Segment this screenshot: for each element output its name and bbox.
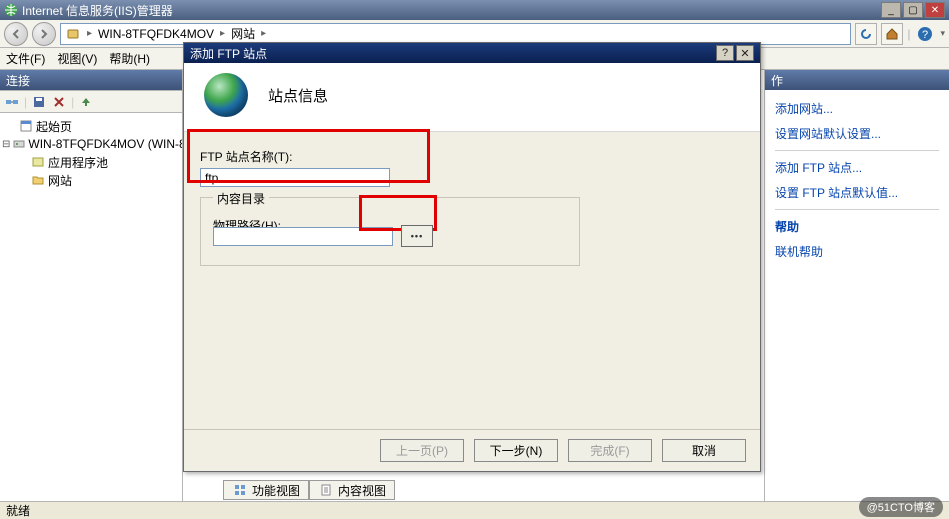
- features-icon: [232, 482, 248, 498]
- action-add-ftp[interactable]: 添加 FTP 站点...: [775, 155, 939, 180]
- dialog-title: 添加 FTP 站点: [190, 45, 267, 62]
- tree-home-label: 起始页: [36, 118, 72, 135]
- action-site-defaults[interactable]: 设置网站默认设置...: [775, 121, 939, 146]
- tree-server-label: WIN-8TFQFDK4MOV (WIN-8T: [28, 137, 182, 151]
- action-online-help[interactable]: 联机帮助: [775, 239, 939, 264]
- tree-server[interactable]: ⊟ WIN-8TFQFDK4MOV (WIN-8T: [2, 135, 180, 153]
- site-name-group: FTP 站点名称(T):: [200, 148, 744, 187]
- separator: [775, 209, 939, 210]
- menu-file[interactable]: 文件(F): [6, 50, 45, 67]
- status-ready: 就绪: [6, 502, 30, 519]
- window-title: Internet 信息服务(IIS)管理器: [22, 2, 173, 19]
- connections-pane: 连接 | | 起始页 ⊟ WIN-8TFQFDK4MOV (: [0, 70, 183, 501]
- phys-path-input[interactable]: [213, 227, 393, 246]
- tab-features-label: 功能视图: [252, 482, 300, 499]
- close-button[interactable]: ✕: [925, 2, 945, 18]
- dialog-heading: 站点信息: [268, 85, 328, 106]
- connections-title: 连接: [6, 72, 30, 89]
- dialog-close-button[interactable]: ✕: [736, 45, 754, 61]
- tab-content-label: 内容视图: [338, 482, 386, 499]
- site-name-label: FTP 站点名称(T):: [200, 148, 744, 165]
- dialog-help-button[interactable]: ?: [716, 45, 734, 61]
- collapse-icon[interactable]: ⊟: [2, 139, 10, 150]
- action-ftp-defaults[interactable]: 设置 FTP 站点默认值...: [775, 180, 939, 205]
- chevron-right-icon: ▸: [218, 28, 227, 39]
- actions-body: 添加网站... 设置网站默认设置... 添加 FTP 站点... 设置 FTP …: [765, 90, 949, 501]
- connections-toolbar: | |: [0, 90, 182, 112]
- connections-tree: 起始页 ⊟ WIN-8TFQFDK4MOV (WIN-8T 应用程序池 网站: [0, 112, 182, 501]
- minimize-button[interactable]: _: [881, 2, 901, 18]
- home-button[interactable]: [881, 23, 903, 45]
- iis-manager-window: Internet 信息服务(IIS)管理器 _ ▢ ✕ ▸ WIN-8TFQFD…: [0, 0, 949, 519]
- save-icon[interactable]: [31, 94, 47, 110]
- view-tabs: 功能视图 内容视图: [223, 479, 395, 501]
- content-dir-fieldset: 内容目录 物理路径(H): •••: [200, 197, 580, 266]
- dialog-footer: 上一页(P) 下一步(N) 完成(F) 取消: [184, 429, 760, 471]
- globe-icon: [204, 73, 248, 117]
- dialog-titlebar: 添加 FTP 站点 ? ✕: [184, 43, 760, 63]
- refresh-button[interactable]: [855, 23, 877, 45]
- add-ftp-dialog: 添加 FTP 站点 ? ✕ 站点信息 FTP 站点名称(T): 内容目录 物理路…: [183, 42, 761, 472]
- watermark: @51CTO博客: [859, 497, 943, 517]
- browse-button[interactable]: •••: [401, 225, 433, 247]
- chevron-right-icon: ▸: [259, 28, 268, 39]
- iis-icon: [4, 3, 18, 17]
- sites-folder-icon: [30, 172, 46, 188]
- dialog-header: 站点信息: [184, 63, 760, 132]
- breadcrumb-node: 网站: [231, 25, 255, 42]
- statusbar: 就绪: [0, 501, 949, 519]
- content-dir-legend: 内容目录: [213, 190, 269, 207]
- tab-features[interactable]: 功能视图: [223, 480, 309, 500]
- window-titlebar: Internet 信息服务(IIS)管理器 _ ▢ ✕: [0, 0, 949, 20]
- server-icon: [65, 26, 81, 42]
- action-add-site[interactable]: 添加网站...: [775, 96, 939, 121]
- connections-header: 连接: [0, 70, 182, 90]
- finish-button[interactable]: 完成(F): [568, 439, 652, 462]
- next-button[interactable]: 下一步(N): [474, 439, 558, 462]
- forward-button[interactable]: [32, 22, 56, 46]
- cancel-button[interactable]: 取消: [662, 439, 746, 462]
- connect-icon[interactable]: [4, 94, 20, 110]
- back-button[interactable]: [4, 22, 28, 46]
- menu-view[interactable]: 视图(V): [57, 50, 97, 67]
- actions-pane: 作 添加网站... 设置网站默认设置... 添加 FTP 站点... 设置 FT…: [764, 70, 949, 501]
- prev-button[interactable]: 上一页(P): [380, 439, 464, 462]
- menu-help[interactable]: 帮助(H): [109, 50, 150, 67]
- delete-icon[interactable]: [51, 94, 67, 110]
- chevron-right-icon: ▸: [85, 28, 94, 39]
- tree-sites[interactable]: 网站: [2, 171, 180, 189]
- server-node-icon: [12, 136, 26, 152]
- actions-header: 作: [765, 70, 949, 90]
- svg-text:?: ?: [922, 29, 928, 41]
- tree-sites-label: 网站: [48, 172, 72, 189]
- window-controls: _ ▢ ✕: [881, 2, 945, 18]
- ellipsis-icon: •••: [411, 231, 423, 241]
- app-pool-icon: [30, 154, 46, 170]
- maximize-button[interactable]: ▢: [903, 2, 923, 18]
- site-name-input[interactable]: [200, 168, 390, 187]
- actions-title: 作: [771, 72, 783, 89]
- up-icon[interactable]: [78, 94, 94, 110]
- home-page-icon: [18, 118, 34, 134]
- content-icon: [318, 482, 334, 498]
- tree-app-pools-label: 应用程序池: [48, 154, 108, 171]
- tree-app-pools[interactable]: 应用程序池: [2, 153, 180, 171]
- tree-home[interactable]: 起始页: [2, 117, 180, 135]
- separator: [775, 150, 939, 151]
- help-button[interactable]: ?: [914, 23, 936, 45]
- dialog-body: FTP 站点名称(T): 内容目录 物理路径(H): •••: [184, 132, 760, 266]
- tab-content[interactable]: 内容视图: [309, 480, 395, 500]
- breadcrumb-server: WIN-8TFQFDK4MOV: [98, 27, 214, 41]
- action-help-header[interactable]: 帮助: [775, 214, 939, 239]
